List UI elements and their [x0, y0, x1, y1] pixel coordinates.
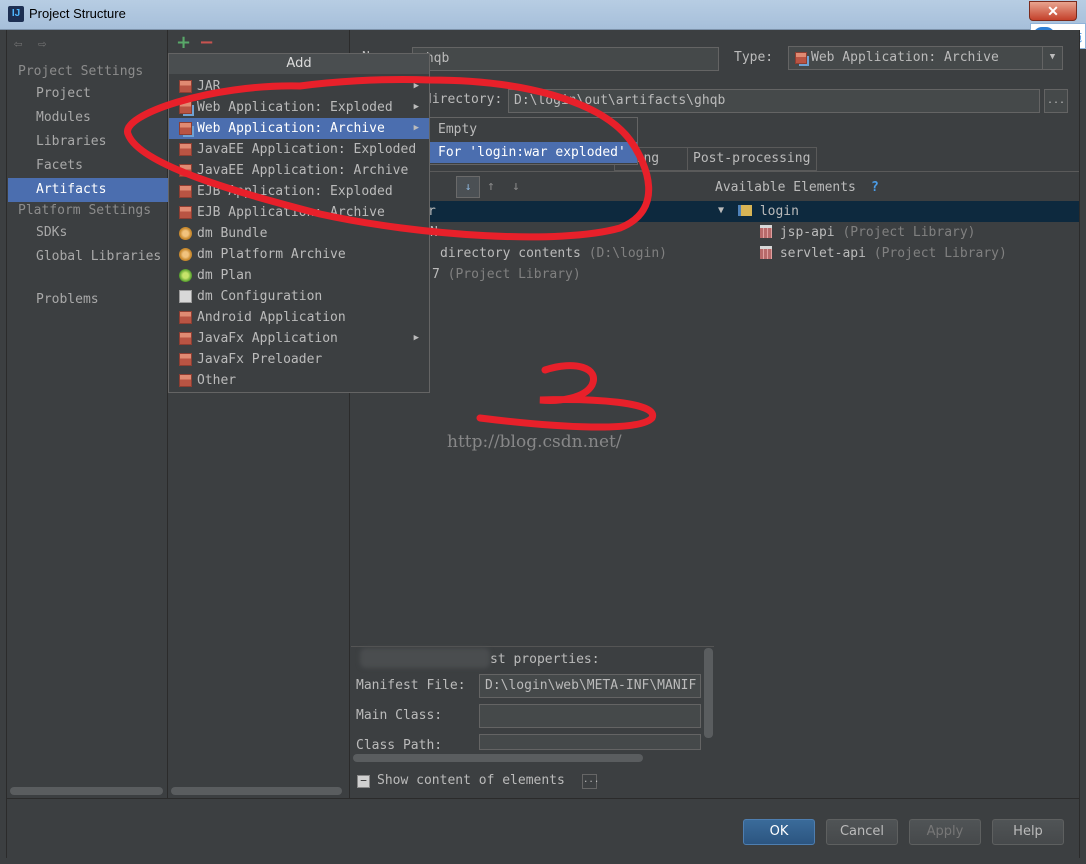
- hand-drawn-annotation: [124, 75, 656, 431]
- annotation-circle: [124, 75, 653, 241]
- annotation-digit-3: [476, 362, 656, 431]
